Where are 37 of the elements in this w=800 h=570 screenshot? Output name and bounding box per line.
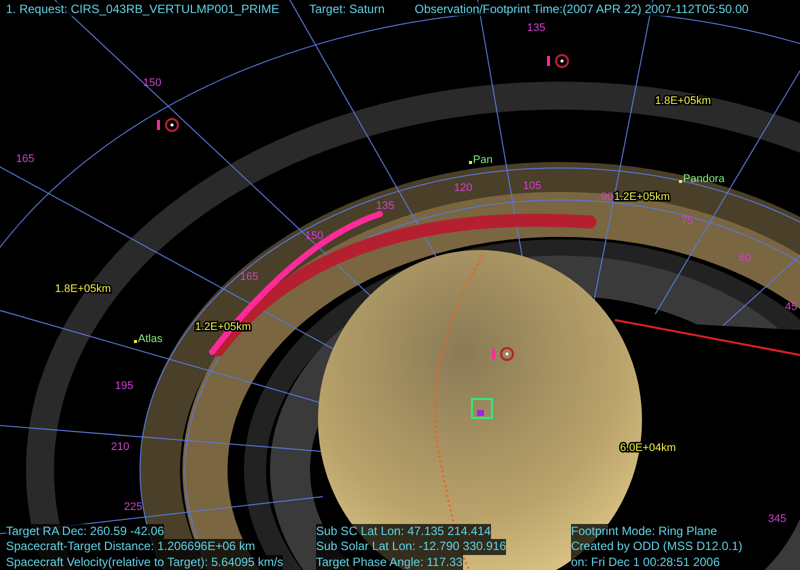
moon-label: Pandora bbox=[683, 173, 725, 185]
info-text: Footprint Mode: Ring Plane bbox=[571, 524, 718, 539]
info-text: Sub Solar Lat Lon: -12.790 330.916 bbox=[316, 539, 506, 554]
target-marker-icon bbox=[492, 347, 514, 361]
longitude-label: 210 bbox=[111, 441, 130, 453]
longitude-label: 105 bbox=[523, 180, 542, 192]
info-text: Target Phase Angle: 117.33 bbox=[316, 554, 463, 570]
info-text: Spacecraft-Target Distance: 1.206696E+06 km bbox=[6, 539, 256, 554]
distance-label: 1.8E+05km bbox=[655, 95, 711, 107]
longitude-label: 165 bbox=[240, 271, 258, 283]
longitude-label: 75 bbox=[681, 215, 694, 227]
target-name: Target: Saturn bbox=[309, 2, 385, 16]
moon-label: Pan bbox=[473, 154, 493, 166]
distance-label: 1.8E+05km bbox=[55, 283, 111, 295]
info-text: Spacecraft Velocity(relative to Target): 5.64095 km/s bbox=[6, 554, 284, 570]
longitude-label: 225 bbox=[124, 501, 142, 513]
longitude-label: 90 bbox=[601, 191, 614, 203]
moon-label: Atlas bbox=[138, 333, 162, 345]
footprint-square-icon bbox=[471, 398, 493, 419]
longitude-label: 45 bbox=[785, 301, 798, 313]
longitude-label: 150 bbox=[143, 77, 162, 89]
longitude-label: 60 bbox=[739, 252, 752, 264]
info-text: Target RA Dec: 260.59 -42.06 bbox=[6, 524, 164, 539]
info-text: Sub SC Lat Lon: 47.135 214.414 bbox=[316, 524, 491, 539]
observation-time: Observation/Footprint Time:(2007 APR 22) 2007-112T05:50.00 bbox=[414, 2, 749, 16]
distance-label: 1.2E+05km bbox=[614, 191, 670, 203]
longitude-label: 195 bbox=[115, 380, 134, 392]
longitude-label: 135 bbox=[376, 200, 394, 212]
longitude-label: 165 bbox=[16, 153, 34, 165]
info-text: Created by ODD (MSS D12.0.1) bbox=[571, 539, 742, 554]
longitude-label: 120 bbox=[454, 182, 472, 194]
target-marker-icon bbox=[157, 118, 179, 132]
target-marker-icon bbox=[547, 54, 569, 68]
longitude-label: 135 bbox=[527, 22, 546, 34]
longitude-label: 345 bbox=[768, 513, 786, 525]
longitude-label: 150 bbox=[305, 230, 324, 242]
request-title: 1. Request: CIRS_043RB_VERTULMP001_PRIME bbox=[6, 2, 280, 16]
